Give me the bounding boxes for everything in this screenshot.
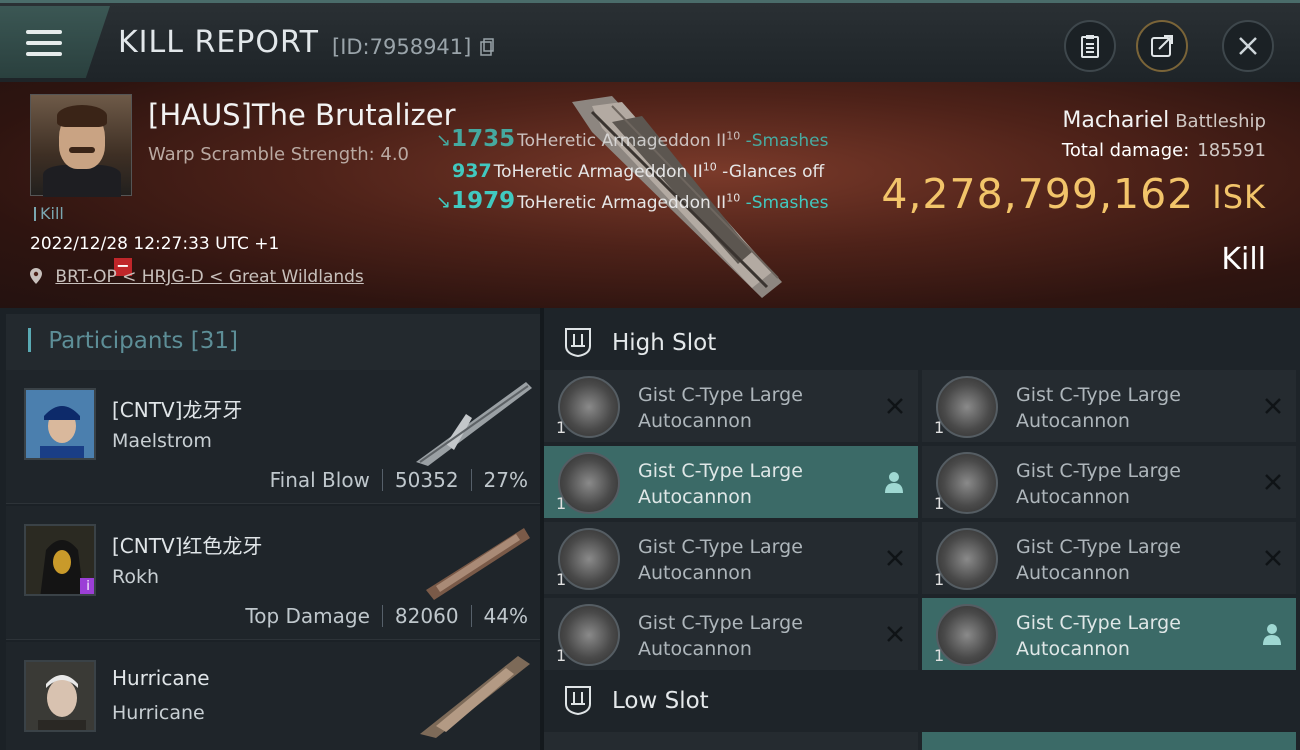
offline-x-icon xyxy=(887,398,903,414)
damage-feed-item: ↘1735 ToHeretic Armageddon II10 -Smashes xyxy=(436,126,829,152)
module-slot[interactable]: 1 Gist C-Type Large Autocannon xyxy=(544,598,918,670)
share-button[interactable] xyxy=(1136,20,1188,72)
participant-avatar xyxy=(24,388,96,460)
participant-ship-image xyxy=(416,382,532,466)
offline-x-icon xyxy=(1265,474,1281,490)
low-slot-header: Low Slot xyxy=(544,670,1300,730)
offline-x-icon xyxy=(887,550,903,566)
arrow-down-right-icon: ↘ xyxy=(436,130,452,151)
header-bar: KILL REPORT [ID:7958941] xyxy=(0,0,1300,82)
close-icon xyxy=(1239,37,1257,55)
participant-row[interactable]: Hurricane Hurricane xyxy=(6,642,540,750)
participant-ship: Rokh xyxy=(112,566,160,588)
autocannon-icon xyxy=(558,452,620,514)
clipboard-icon xyxy=(1081,35,1099,58)
copy-icon xyxy=(480,38,494,56)
hamburger-menu-icon xyxy=(26,30,62,58)
autocannon-icon xyxy=(936,452,998,514)
result-label: Kill xyxy=(1221,242,1266,277)
kill-id[interactable]: [ID:7958941] xyxy=(332,35,494,59)
participant-avatar xyxy=(24,660,96,732)
high-slot-icon xyxy=(565,328,591,358)
isk-value: 4,278,799,162 ISK xyxy=(881,170,1266,218)
offline-x-icon xyxy=(1265,398,1281,414)
victim-ship-name[interactable]: Machariel Battleship xyxy=(1062,108,1266,133)
participant-ship: Hurricane xyxy=(112,702,205,724)
participant-row[interactable]: i [CNTV]红色龙牙 Rokh Top Damage 82060 44% xyxy=(6,506,540,640)
participant-name: [CNTV]红色龙牙 xyxy=(112,534,263,558)
module-slot[interactable]: 1 Gist C-Type Large Autocannon xyxy=(922,370,1296,442)
module-slot[interactable]: 1 Gist C-Type Large Autocannon xyxy=(922,598,1296,670)
module-slot[interactable] xyxy=(922,732,1296,750)
participant-ship-image xyxy=(420,656,530,738)
low-slot-icon xyxy=(565,686,591,716)
close-button[interactable] xyxy=(1222,20,1274,72)
user-icon xyxy=(1263,624,1281,645)
participant-stats: Top Damage 82060 44% xyxy=(245,604,528,628)
menu-button[interactable] xyxy=(0,6,110,78)
offline-x-icon xyxy=(1265,550,1281,566)
victim-banner: − [HAUS]The Brutalizer Warp Scramble Str… xyxy=(0,82,1300,308)
module-slot[interactable] xyxy=(544,732,918,750)
participant-ship: Maelstrom xyxy=(112,430,212,452)
victim-subtitle: Warp Scramble Strength: 4.0 xyxy=(148,144,410,165)
kill-tag: Kill xyxy=(34,204,64,223)
autocannon-icon xyxy=(558,604,620,666)
victim-avatar[interactable] xyxy=(30,94,132,197)
external-link-icon xyxy=(1151,35,1173,57)
victim-name[interactable]: [HAUS]The Brutalizer xyxy=(148,98,456,132)
participant-name: Hurricane xyxy=(112,666,210,690)
participants-panel: Participants [31] [CNTV]龙牙牙 Maelstrom Fi… xyxy=(0,308,540,750)
location-pin-icon xyxy=(30,268,42,284)
slots-panel: High Slot 1 Gist C-Type Large Autocannon … xyxy=(544,308,1300,750)
arrow-down-right-icon: ↘ xyxy=(436,192,452,213)
autocannon-icon xyxy=(936,604,998,666)
module-slot[interactable]: 1 Gist C-Type Large Autocannon xyxy=(544,370,918,442)
participant-avatar: i xyxy=(24,524,96,596)
participant-stats: Final Blow 50352 27% xyxy=(269,468,528,492)
kill-location[interactable]: BRT-OP < HRJG-D < Great Wildlands xyxy=(30,267,364,287)
module-slot[interactable]: 1 Gist C-Type Large Autocannon xyxy=(922,522,1296,594)
participant-row[interactable]: [CNTV]龙牙牙 Maelstrom Final Blow 50352 27% xyxy=(6,370,540,504)
participant-ship-image xyxy=(426,528,530,600)
autocannon-icon xyxy=(936,376,998,438)
module-slot[interactable]: 1 Gist C-Type Large Autocannon xyxy=(544,522,918,594)
user-icon xyxy=(885,472,903,493)
offline-x-icon xyxy=(887,626,903,642)
clipboard-button[interactable] xyxy=(1064,20,1116,72)
damage-feed-item: ↘1979 ToHeretic Armageddon II10 -Smashes xyxy=(436,188,829,214)
module-slot[interactable]: 1 Gist C-Type Large Autocannon xyxy=(922,446,1296,518)
participants-header: Participants [31] xyxy=(6,314,540,370)
module-slot[interactable]: 1 Gist C-Type Large Autocannon xyxy=(544,446,918,518)
autocannon-icon xyxy=(558,376,620,438)
autocannon-icon xyxy=(558,528,620,590)
high-slot-header: High Slot xyxy=(544,312,1300,372)
kill-timestamp: 2022/12/28 12:27:33 UTC +1 xyxy=(30,234,280,254)
participant-name: [CNTV]龙牙牙 xyxy=(112,398,243,422)
total-damage: Total damage: 185591 xyxy=(1061,140,1266,161)
page-title: KILL REPORT xyxy=(118,25,319,60)
damage-feed-item: 937 ToHeretic Armageddon II10 -Glances of… xyxy=(452,160,825,182)
info-badge-icon: i xyxy=(80,578,94,594)
autocannon-icon xyxy=(936,528,998,590)
